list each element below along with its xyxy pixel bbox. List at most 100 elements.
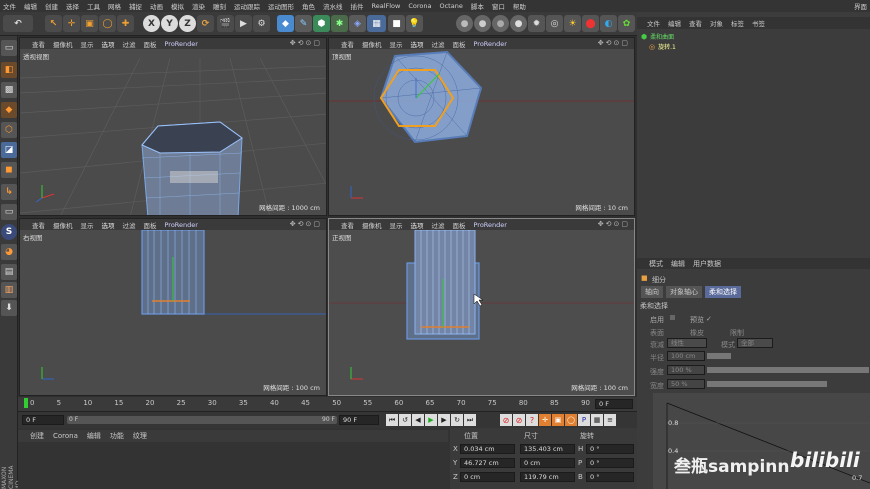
next-key-icon[interactable]: ↻ xyxy=(451,414,463,426)
octane-sphere-icon[interactable]: ● xyxy=(456,15,473,32)
make-editable-icon[interactable]: ▭ xyxy=(1,40,17,56)
point-level-icon[interactable]: ▦ xyxy=(591,414,603,426)
menu-pipeline[interactable]: 流水线 xyxy=(323,1,343,11)
viewport-perspective[interactable]: 查看 摄像机 显示 选项 过滤 面板 ProRender ✥⟲⊙▢ 透视视图 网… xyxy=(19,37,327,216)
auto-key-icon[interactable]: ⊘ xyxy=(513,414,525,426)
vp-menu-display[interactable]: 显示 xyxy=(81,39,94,49)
menu-octane[interactable]: Octane xyxy=(439,2,462,10)
radius-slider[interactable] xyxy=(707,353,731,359)
vp-menu-camera[interactable]: 摄像机 xyxy=(53,220,73,230)
timeline-playhead[interactable] xyxy=(24,398,28,408)
scale-key-icon[interactable]: ▣ xyxy=(552,414,564,426)
menu-realflow[interactable]: RealFlow xyxy=(372,2,401,10)
vp-menu-filter[interactable]: 过滤 xyxy=(432,39,445,49)
width-slider[interactable] xyxy=(707,381,827,387)
falloff-select[interactable]: 线性 xyxy=(667,338,707,348)
recent-tools-icon[interactable]: ✚ xyxy=(117,15,134,32)
vp-menu-panel[interactable]: 面板 xyxy=(144,39,157,49)
om-tab-objects[interactable]: 对象 xyxy=(710,18,723,28)
points-mode-icon[interactable]: ⬡ xyxy=(1,122,17,138)
grid-icon[interactable]: ▥ xyxy=(1,282,17,298)
radius-input[interactable]: 100 cm xyxy=(667,351,705,361)
menu-mesh[interactable]: 网格 xyxy=(108,1,121,11)
octane-diffuse-icon[interactable]: ● xyxy=(510,15,527,32)
checkbox-preview[interactable]: ✓ xyxy=(706,315,712,323)
current-frame-field[interactable]: 0 F xyxy=(595,399,633,409)
menu-edit[interactable]: 编辑 xyxy=(24,1,37,11)
menu-render[interactable]: 渲染 xyxy=(192,1,205,11)
rotation-h-field[interactable]: 0 ° xyxy=(586,444,634,454)
render-view-icon[interactable]: 🎬 xyxy=(217,15,234,32)
tweak-icon[interactable]: ▭ xyxy=(1,204,17,220)
texture-mode-icon[interactable]: ▩ xyxy=(1,82,17,98)
edges-mode-icon[interactable]: ◪ xyxy=(1,142,17,158)
attr-subtab-soft-selection[interactable]: 柔和选择 xyxy=(705,286,741,298)
rotation-p-field[interactable]: 0 ° xyxy=(586,458,634,468)
y-axis-icon[interactable]: Y xyxy=(161,15,178,32)
vp-menu-view[interactable]: 查看 xyxy=(32,220,45,230)
attr-tab-userdata[interactable]: 用户数据 xyxy=(693,259,721,269)
viewport-nav-icons[interactable]: ✥⟲⊙▢ xyxy=(598,39,630,47)
menu-sculpt[interactable]: 雕刻 xyxy=(213,1,226,11)
light-icon[interactable]: 💡 xyxy=(406,15,423,32)
mat-tab-function[interactable]: 功能 xyxy=(110,431,124,441)
start-frame-field[interactable]: 0 F xyxy=(22,415,64,425)
menu-character[interactable]: 角色 xyxy=(302,1,315,11)
octane-record-icon[interactable]: ⬤ xyxy=(582,15,599,32)
position-y-field[interactable]: 46.727 cm xyxy=(460,458,515,468)
menu-help[interactable]: 帮助 xyxy=(513,1,526,11)
menu-tools[interactable]: 工具 xyxy=(87,1,100,11)
object-row-lathe[interactable]: ◎ 旋转.1 xyxy=(649,42,729,52)
mat-tab-texture[interactable]: 纹理 xyxy=(133,431,147,441)
floor-icon[interactable]: ▦ xyxy=(367,15,386,32)
octane-material-icon[interactable]: ● xyxy=(474,15,491,32)
menu-window[interactable]: 窗口 xyxy=(492,1,505,11)
vp-menu-camera[interactable]: 摄像机 xyxy=(53,39,73,49)
vp-menu-camera[interactable]: 摄像机 xyxy=(362,220,382,230)
viewport-nav-icons[interactable]: ✥⟲⊙▢ xyxy=(290,220,322,228)
axis-icon[interactable]: ↳ xyxy=(1,184,17,200)
vp-menu-display[interactable]: 显示 xyxy=(81,220,94,230)
vp-menu-filter[interactable]: 过滤 xyxy=(123,39,136,49)
om-tab-edit[interactable]: 编辑 xyxy=(668,18,681,28)
viewport-right[interactable]: 查看 摄像机 显示 选项 过滤 面板 ProRender ✥⟲⊙▢ 右视图 网格… xyxy=(19,218,327,396)
menu-tracking[interactable]: 运动跟踪 xyxy=(234,1,260,11)
deformer-icon[interactable]: ◈ xyxy=(349,15,366,32)
vp-menu-prorender[interactable]: ProRender xyxy=(474,40,507,48)
select-arrow-icon[interactable]: ↖ xyxy=(45,15,62,32)
import-icon[interactable]: ⬇ xyxy=(1,300,17,316)
go-end-icon[interactable]: ⏭ xyxy=(464,414,476,426)
parameter-key-icon[interactable]: P xyxy=(578,414,590,426)
vp-menu-filter[interactable]: 过滤 xyxy=(432,220,445,230)
keyframe-selection-icon[interactable]: ? xyxy=(526,414,538,426)
layout-label[interactable]: 界面 xyxy=(854,1,870,11)
render-picture-viewer-icon[interactable]: ▶ xyxy=(235,15,252,32)
vp-menu-view[interactable]: 查看 xyxy=(341,220,354,230)
vp-menu-filter[interactable]: 过滤 xyxy=(123,220,136,230)
size-x-field[interactable]: 135.403 cm xyxy=(520,444,575,454)
vp-menu-panel[interactable]: 面板 xyxy=(453,220,466,230)
vp-menu-options[interactable]: 选项 xyxy=(411,220,424,230)
pen-icon[interactable]: ✎ xyxy=(295,15,312,32)
coord-system-icon[interactable]: ⟳ xyxy=(197,15,214,32)
undo-icon[interactable]: ↶ xyxy=(3,15,33,32)
quantize-icon[interactable]: ◕ xyxy=(1,244,17,260)
om-tab-view[interactable]: 查看 xyxy=(689,18,702,28)
array-icon[interactable]: ✱ xyxy=(331,15,348,32)
checkbox-enable[interactable] xyxy=(670,315,675,320)
lock-workplane-icon[interactable]: ▤ xyxy=(1,264,17,280)
record-icon[interactable]: ⊘ xyxy=(500,414,512,426)
vp-menu-options[interactable]: 选项 xyxy=(102,39,115,49)
menu-snap[interactable]: 捕捉 xyxy=(129,1,142,11)
attr-tab-mode[interactable]: 模式 xyxy=(649,259,663,269)
attr-subtab-pivot[interactable]: 对象轴心 xyxy=(666,286,702,298)
strength-slider[interactable] xyxy=(707,367,869,373)
menu-simulate[interactable]: 模拟 xyxy=(171,1,184,11)
workplane-icon[interactable]: ◆ xyxy=(1,102,17,118)
mat-tab-edit[interactable]: 编辑 xyxy=(87,431,101,441)
menu-mograph[interactable]: 运动图形 xyxy=(268,1,294,11)
subdivision-icon[interactable]: ⬢ xyxy=(313,15,330,32)
vp-menu-camera[interactable]: 摄像机 xyxy=(362,39,382,49)
mat-tab-create[interactable]: 创建 xyxy=(30,431,44,441)
vp-menu-view[interactable]: 查看 xyxy=(32,39,45,49)
